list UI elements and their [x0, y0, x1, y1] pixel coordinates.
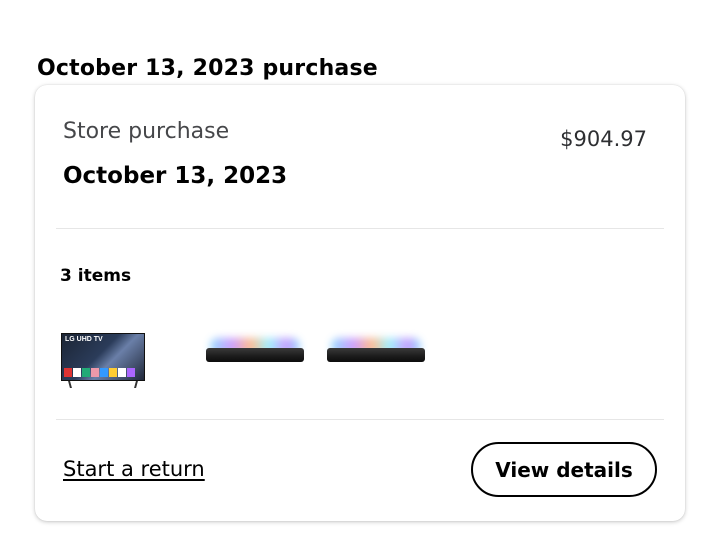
divider: [56, 228, 664, 229]
soundbar-body: [327, 348, 425, 362]
divider: [56, 419, 664, 420]
order-date: October 13, 2023: [63, 163, 288, 189]
page-title: October 13, 2023 purchase: [37, 56, 378, 81]
view-details-button[interactable]: View details: [471, 442, 657, 497]
soundbar-body: [206, 348, 304, 362]
soundbar-thumbnail[interactable]: [327, 334, 425, 368]
tv-app-tiles: [64, 368, 135, 377]
order-card: Store purchase $904.97 October 13, 2023 …: [35, 85, 685, 521]
tv-brand-logo: LG UHD TV: [65, 336, 103, 343]
tv-screen-image: LG UHD TV: [61, 333, 145, 381]
lg-uhd-tv-thumbnail[interactable]: LG UHD TV: [61, 333, 145, 389]
items-count: 3 items: [60, 266, 132, 286]
soundbar-thumbnail[interactable]: [206, 334, 304, 368]
start-return-link[interactable]: Start a return: [63, 457, 205, 481]
tv-stand-leg: [68, 381, 72, 388]
store-purchase-label: Store purchase: [63, 119, 230, 144]
order-total: $904.97: [560, 127, 647, 151]
tv-stand-leg: [134, 381, 138, 388]
